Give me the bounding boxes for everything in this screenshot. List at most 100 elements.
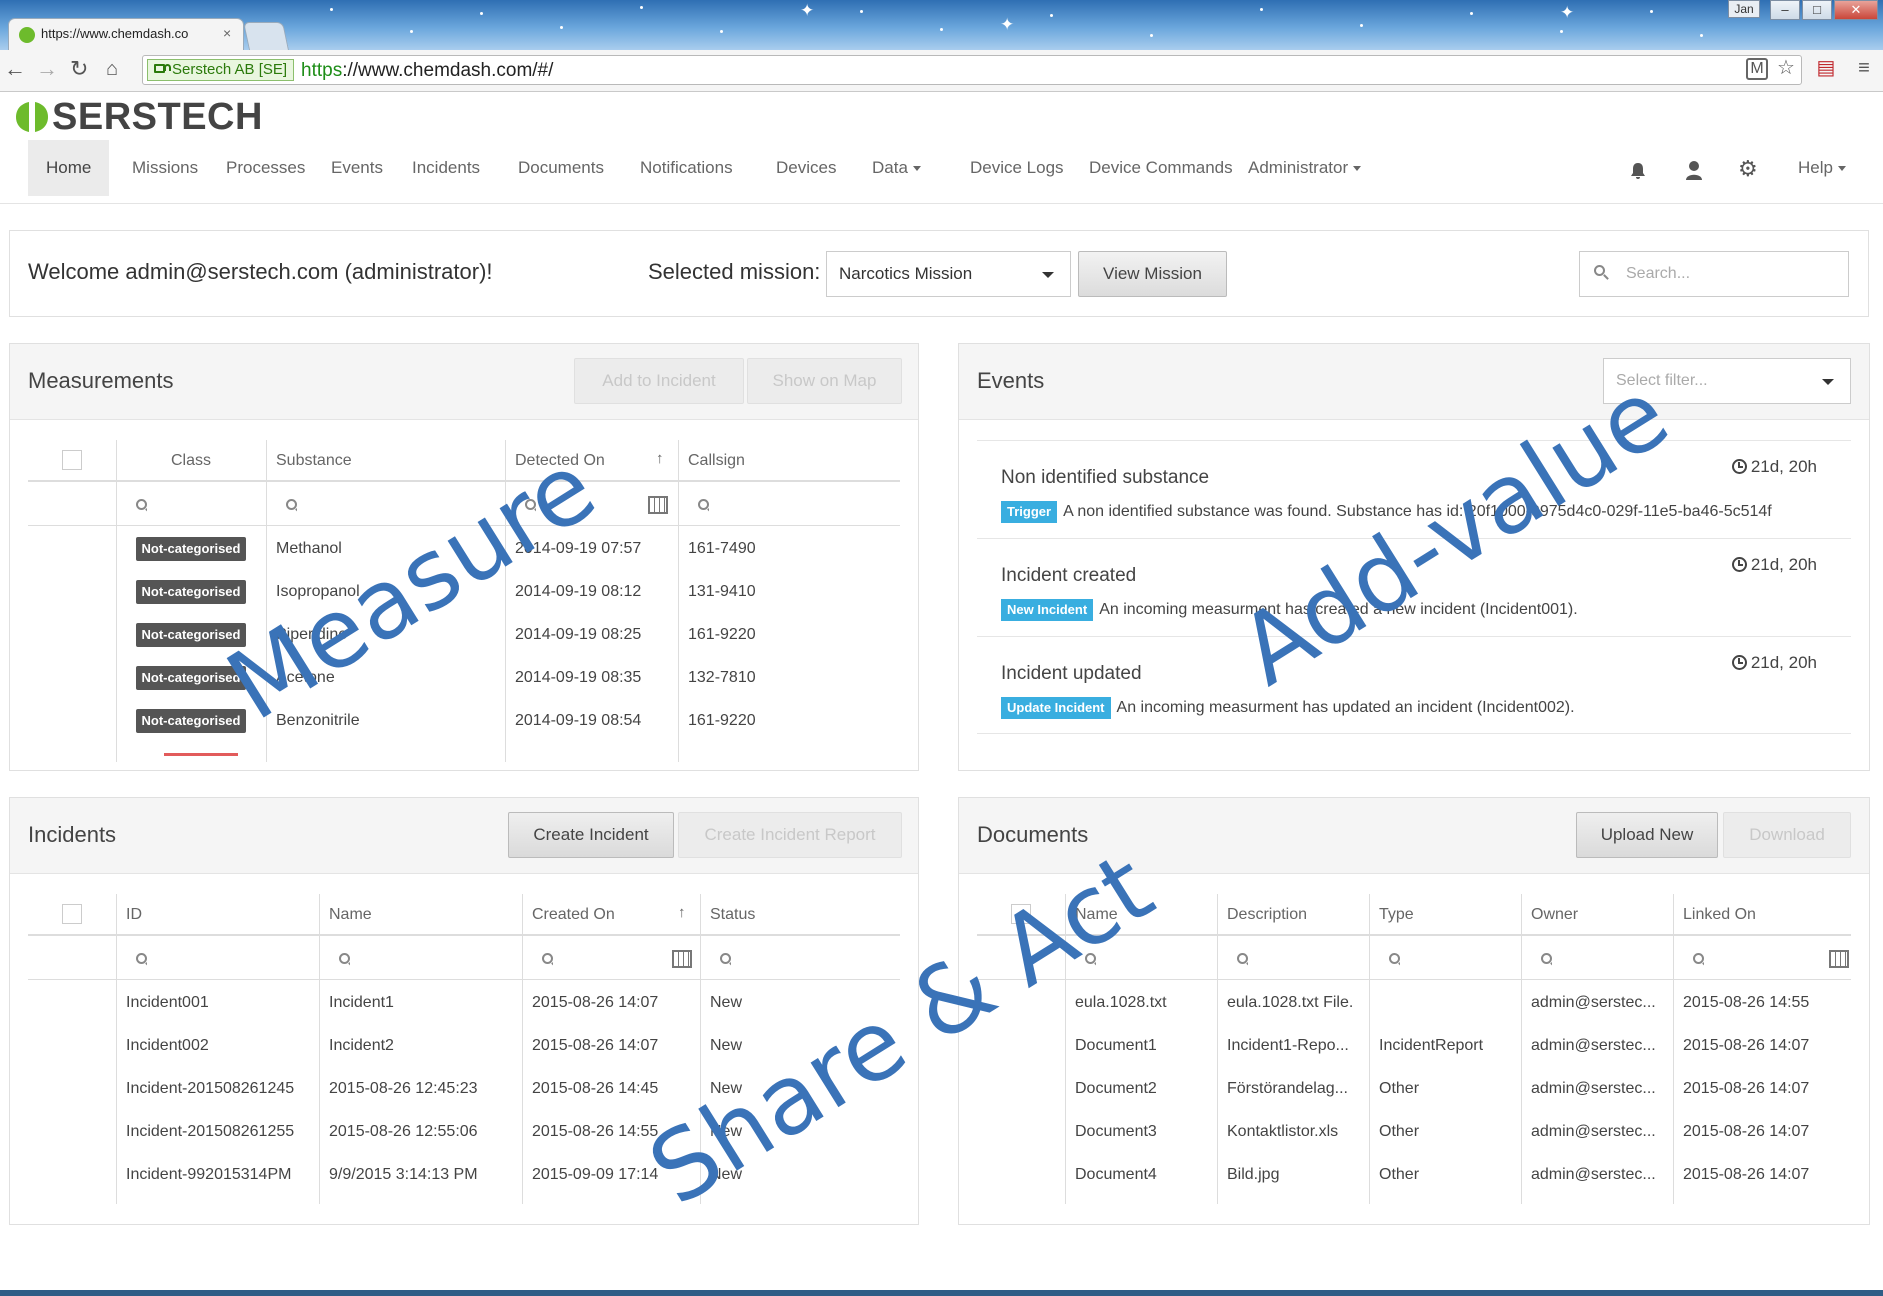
nav-notifications[interactable]: Notifications [622,140,751,196]
column-header-type[interactable]: Type [1369,894,1521,936]
filter-type-input[interactable] [1379,938,1400,980]
table-row[interactable]: eula.1028.txt eula.1028.txt File. admin@… [977,982,1851,1024]
sort-asc-icon[interactable]: ↑ [656,450,664,467]
column-header-owner[interactable]: Owner [1521,894,1673,936]
nav-help-dropdown[interactable]: Help [1780,140,1864,196]
column-header-linked-on[interactable]: Linked On [1673,894,1853,936]
maximize-icon[interactable]: □ [1802,0,1832,20]
filter-substance-input[interactable] [276,484,297,526]
column-header-callsign[interactable]: Callsign [678,440,898,482]
column-header-created-on[interactable]: Created On [522,894,700,936]
cell-owner: admin@serstec... [1531,994,1656,1011]
table-row[interactable]: Not-categorised Acetone 2014-09-19 08:35… [28,657,900,699]
close-window-icon[interactable]: ✕ [1834,0,1878,20]
add-to-incident-button[interactable]: Add to Incident [574,358,744,404]
extension-icon[interactable]: M [1746,58,1768,80]
calendar-icon[interactable] [1829,950,1849,968]
filter-id-input[interactable] [126,938,147,980]
event-time-text: 21d, 20h [1750,555,1817,574]
view-mission-button[interactable]: View Mission [1078,251,1227,297]
nav-label: Home [46,158,92,177]
table-row[interactable]: Document3 Kontaktlistor.xls Other admin@… [977,1111,1851,1153]
calendar-icon[interactable] [648,496,668,514]
table-row[interactable]: Not-categorised Piperidine 2014-09-19 08… [28,614,900,656]
create-incident-button[interactable]: Create Incident [508,812,674,858]
window-user-badge: Jan [1728,0,1760,18]
upload-new-button[interactable]: Upload New [1576,812,1718,858]
nav-processes[interactable]: Processes [208,140,323,196]
nav-missions[interactable]: Missions [114,140,216,196]
cell-description: Bild.jpg [1227,1166,1280,1183]
table-row[interactable]: Document2 Förstörandelag... Other admin@… [977,1068,1851,1110]
browser-tab-active[interactable]: https://www.chemdash.co × [8,18,244,50]
search-icon [698,499,709,511]
calendar-icon[interactable] [672,950,692,968]
sort-asc-icon[interactable]: ↑ [678,904,686,921]
new-tab-button[interactable] [243,22,289,50]
select-all-checkbox[interactable] [62,450,82,470]
tab-close-icon[interactable]: × [223,25,231,41]
cell-linked-on: 2015-08-26 14:07 [1683,1080,1810,1097]
column-header-id[interactable]: ID [116,894,319,936]
minimize-icon[interactable]: – [1770,0,1800,20]
filter-class-input[interactable] [126,484,147,526]
reload-icon[interactable]: ↻ [70,56,88,82]
gear-icon[interactable]: ⚙ [1738,156,1758,182]
cell-linked-on: 2015-08-26 14:07 [1683,1037,1810,1054]
filter-row [28,938,900,980]
footer-bar [0,1290,1883,1296]
column-header-description[interactable]: Description [1217,894,1369,936]
filter-callsign-input[interactable] [688,484,709,526]
nav-devices[interactable]: Devices [758,140,854,196]
table-row[interactable]: Incident001 Incident1 2015-08-26 14:07 N… [28,982,900,1024]
cell-linked-on: 2015-08-26 14:07 [1683,1166,1810,1183]
nav-home[interactable]: Home [28,140,110,196]
table-row[interactable]: Document1 Incident1-Repo... IncidentRepo… [977,1025,1851,1067]
event-item[interactable]: Incident updated 21d, 20h Update Inciden… [977,636,1851,734]
column-header-substance[interactable]: Substance [266,440,505,482]
download-button[interactable]: Download [1723,812,1851,858]
forward-icon[interactable]: → [36,56,58,82]
address-bar[interactable]: Serstech AB [SE] https://www.chemdash.co… [142,55,1802,85]
user-icon[interactable] [1685,160,1703,180]
menu-icon[interactable]: ≡ [1852,56,1876,80]
event-tag: Trigger [1001,501,1058,523]
show-on-map-button[interactable]: Show on Map [747,358,902,404]
column-header-class[interactable]: Class [116,440,266,482]
home-icon[interactable]: ⌂ [106,56,118,82]
table-row[interactable]: Document4 Bild.jpg Other admin@serstec..… [977,1154,1851,1196]
table-row[interactable]: Not-categorised Benzonitrile 2014-09-19 … [28,700,900,742]
mission-select[interactable]: Narcotics Mission [826,251,1071,297]
nav-documents[interactable]: Documents [500,140,622,196]
nav-data-dropdown[interactable]: Data [854,140,939,196]
filter-owner-input[interactable] [1531,938,1552,980]
nav-device-logs[interactable]: Device Logs [952,140,1082,196]
filter-name-input[interactable] [329,938,350,980]
create-incident-report-button[interactable]: Create Incident Report [678,812,902,858]
filter-created-input[interactable] [532,938,553,980]
caret-down-icon [1822,379,1834,385]
filter-description-input[interactable] [1227,938,1248,980]
search-icon [286,499,297,511]
nav-device-commands[interactable]: Device Commands [1071,140,1251,196]
class-badge: Not-categorised [135,537,247,561]
filter-status-input[interactable] [710,938,731,980]
nav-administrator-dropdown[interactable]: Administrator [1230,140,1379,196]
table-header-row: ID Name Created On ↑ Status [28,894,900,936]
welcome-text: Welcome admin@serstech.com (administrato… [28,259,493,284]
back-icon[interactable]: ← [4,56,26,82]
bookmark-star-icon[interactable]: ☆ [1774,56,1798,80]
filter-linked-input[interactable] [1683,938,1704,980]
nav-events[interactable]: Events [313,140,401,196]
ssl-certificate-badge[interactable]: Serstech AB [SE] [147,59,295,81]
panel-header: Incidents Create Incident Create Inciden… [10,798,918,874]
bell-icon[interactable] [1630,162,1646,180]
select-all-checkbox[interactable] [62,904,82,924]
column-header-status[interactable]: Status [700,894,900,936]
nav-incidents[interactable]: Incidents [394,140,498,196]
search-input[interactable]: Search... [1579,251,1849,297]
column-header-name[interactable]: Name [319,894,522,936]
url-text[interactable]: https://www.chemdash.com/#/ [301,60,553,82]
pdf-extension-icon[interactable]: ▤ [1814,56,1838,80]
cell-description: Förstörandelag... [1227,1080,1348,1097]
